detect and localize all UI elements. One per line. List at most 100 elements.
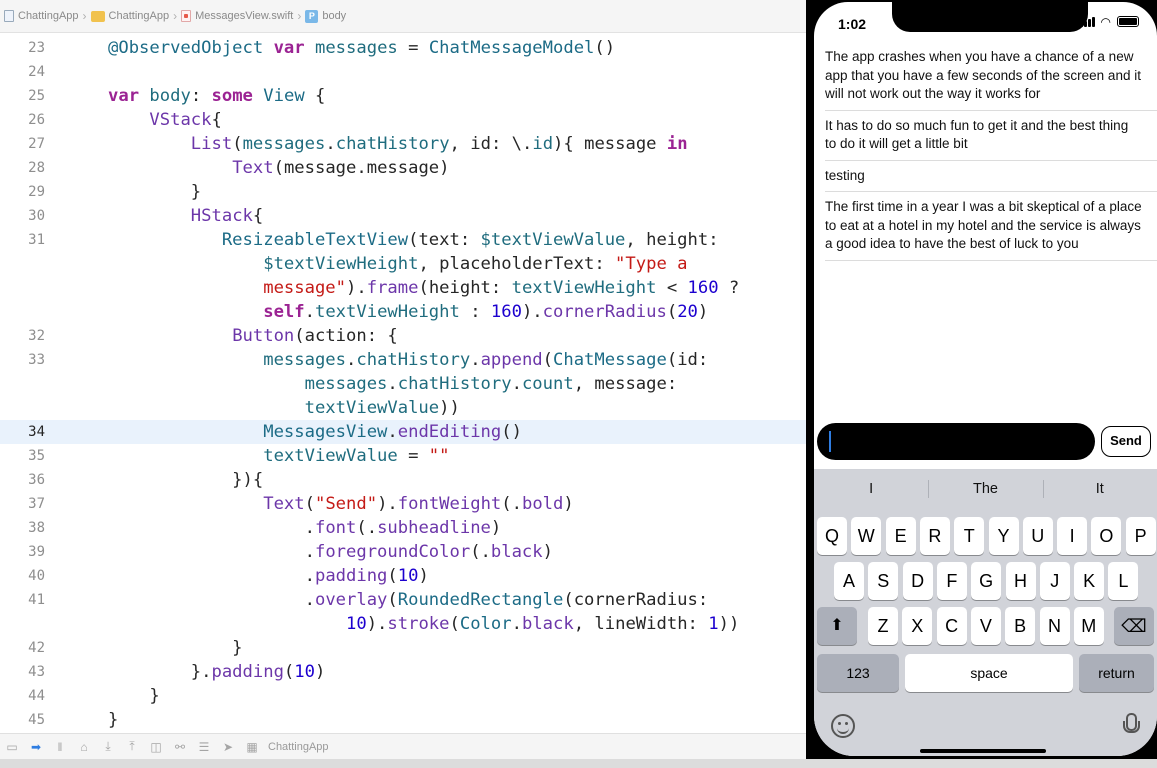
code-line[interactable]: 28 Text(message.message) <box>0 156 808 180</box>
key-i[interactable]: I <box>1057 517 1088 555</box>
hide-debug-area-icon[interactable]: ▭ <box>4 740 20 754</box>
code-line[interactable]: 33 messages.chatHistory.append(ChatMessa… <box>0 348 808 372</box>
wifi-icon: ◠ <box>1100 14 1111 29</box>
code-text: message").frame(height: textViewHeight <… <box>263 278 740 298</box>
code-line[interactable]: 26 VStack{ <box>0 108 808 132</box>
code-text: HStack{ <box>190 206 264 226</box>
key-q[interactable]: Q <box>817 517 847 555</box>
key-a[interactable]: A <box>834 562 864 600</box>
key-c[interactable]: C <box>936 607 967 645</box>
chevron-right-icon: › <box>173 9 178 23</box>
key-x[interactable]: X <box>902 607 933 645</box>
breadcrumb-folder[interactable]: ChattingApp <box>90 10 169 22</box>
key-j[interactable]: J <box>1039 562 1070 600</box>
code-text: List(messages.chatHistory, id: \.id){ me… <box>190 134 688 154</box>
key-d[interactable]: D <box>902 562 933 600</box>
suggestion[interactable]: I <box>814 469 928 509</box>
send-button[interactable]: Send <box>1101 426 1151 457</box>
breadcrumb-file[interactable]: MessagesView.swift <box>181 10 293 22</box>
key-o[interactable]: O <box>1091 517 1122 555</box>
key-y[interactable]: Y <box>988 517 1019 555</box>
suggestion[interactable]: It <box>1042 469 1157 509</box>
code-line[interactable]: $textViewHeight, placeholderText: "Type … <box>0 252 808 276</box>
microphone-icon[interactable] <box>1123 713 1140 739</box>
code-line[interactable]: 10).stroke(Color.black, lineWidth: 1)) <box>0 612 808 636</box>
code-line[interactable]: textViewValue)) <box>0 396 808 420</box>
space-key[interactable]: space <box>905 654 1073 692</box>
pause-icon[interactable]: ‖ <box>52 740 68 754</box>
code-line[interactable]: 29 } <box>0 180 808 204</box>
emoji-icon[interactable] <box>831 714 855 738</box>
key-s[interactable]: S <box>868 562 899 600</box>
code-line[interactable]: 34 MessagesView.endEditing() <box>0 420 808 444</box>
key-n[interactable]: N <box>1039 607 1070 645</box>
key-f[interactable]: F <box>936 562 967 600</box>
code-line[interactable]: 39 .foregroundColor(.black) <box>0 540 808 564</box>
code-line[interactable]: 43 }.padding(10) <box>0 660 808 684</box>
location-icon[interactable]: ➤ <box>220 740 236 754</box>
step-over-icon[interactable]: ⌂ <box>76 740 92 754</box>
key-h[interactable]: H <box>1005 562 1036 600</box>
key-e[interactable]: E <box>885 517 916 555</box>
suggestion[interactable]: The <box>928 469 1042 509</box>
return-key[interactable]: return <box>1079 654 1154 692</box>
shift-key[interactable]: ⬆ <box>817 607 857 645</box>
delete-key[interactable]: ⌫ <box>1114 607 1154 645</box>
message-text-field[interactable] <box>817 423 1095 460</box>
key-t[interactable]: T <box>954 517 985 555</box>
code-text: .foregroundColor(.black) <box>108 542 553 562</box>
memory-graph-icon[interactable]: ⚯ <box>172 740 188 754</box>
line-number: 40 <box>28 568 45 584</box>
key-p[interactable]: P <box>1125 517 1156 555</box>
code-text: $textViewHeight, placeholderText: "Type … <box>263 254 688 274</box>
code-line[interactable]: self.textViewHeight : 160).cornerRadius(… <box>0 300 808 324</box>
code-text: Text("Send").fontWeight(.bold) <box>263 494 574 514</box>
code-line[interactable]: 42 } <box>0 636 808 660</box>
breadcrumb-symbol[interactable]: Pbody <box>305 9 346 23</box>
line-number: 39 <box>28 544 45 560</box>
code-line[interactable]: 25 var body: some View { <box>0 84 808 108</box>
code-line[interactable]: 23 @ObservedObject var messages = ChatMes… <box>0 36 808 60</box>
step-out-icon[interactable]: ⤒ <box>124 739 140 754</box>
key-b[interactable]: B <box>1005 607 1036 645</box>
key-r[interactable]: R <box>919 517 950 555</box>
code-text: Text(message.message) <box>232 158 450 178</box>
line-number: 38 <box>28 520 45 536</box>
code-line[interactable]: 38 .font(.subheadline) <box>0 516 808 540</box>
code-line[interactable]: message").frame(height: textViewHeight <… <box>0 276 808 300</box>
code-line[interactable]: 44 } <box>0 684 808 708</box>
key-u[interactable]: U <box>1022 517 1053 555</box>
code-text: VStack{ <box>149 110 222 130</box>
code-line[interactable]: 35 textViewValue = "" <box>0 444 808 468</box>
status-time: 1:02 <box>838 16 867 32</box>
code-line[interactable]: 30 HStack{ <box>0 204 808 228</box>
line-number: 24 <box>28 64 45 80</box>
key-l[interactable]: L <box>1108 562 1139 600</box>
numbers-key[interactable]: 123 <box>817 654 899 692</box>
line-number: 36 <box>28 472 45 488</box>
code-line[interactable]: 36 }){ <box>0 468 808 492</box>
key-w[interactable]: W <box>851 517 882 555</box>
chat-history-list[interactable]: The app crashes when you have a chance o… <box>814 46 1157 261</box>
key-v[interactable]: V <box>970 607 1001 645</box>
code-line[interactable]: 45} <box>0 708 808 732</box>
key-z[interactable]: Z <box>868 607 898 645</box>
view-hierarchy-icon[interactable]: ◫ <box>148 740 164 754</box>
breakpoints-toggle-icon[interactable]: ➡ <box>28 740 44 754</box>
key-k[interactable]: K <box>1074 562 1105 600</box>
environment-overrides-icon[interactable]: ☰ <box>196 740 212 754</box>
key-g[interactable]: G <box>971 562 1002 600</box>
breadcrumb-project[interactable]: ChattingApp <box>4 10 79 22</box>
code-line[interactable]: 27 List(messages.chatHistory, id: \.id){… <box>0 132 808 156</box>
code-line[interactable]: 37 Text("Send").fontWeight(.bold) <box>0 492 808 516</box>
code-line[interactable]: 31 ResizeableTextView(text: $textViewVal… <box>0 228 808 252</box>
key-m[interactable]: M <box>1073 607 1104 645</box>
debug-bar: ▭ ➡ ‖ ⌂ ⤓ ⤒ ◫ ⚯ ☰ ➤ ▦ ChattingApp <box>0 733 808 759</box>
code-line[interactable]: messages.chatHistory.count, message: <box>0 372 808 396</box>
line-number: 34 <box>28 424 45 440</box>
code-line[interactable]: 24 <box>0 60 808 84</box>
code-line[interactable]: 41 .overlay(RoundedRectangle(cornerRadiu… <box>0 588 808 612</box>
step-into-icon[interactable]: ⤓ <box>100 739 116 754</box>
code-line[interactable]: 32 Button(action: { <box>0 324 808 348</box>
code-line[interactable]: 40 .padding(10) <box>0 564 808 588</box>
